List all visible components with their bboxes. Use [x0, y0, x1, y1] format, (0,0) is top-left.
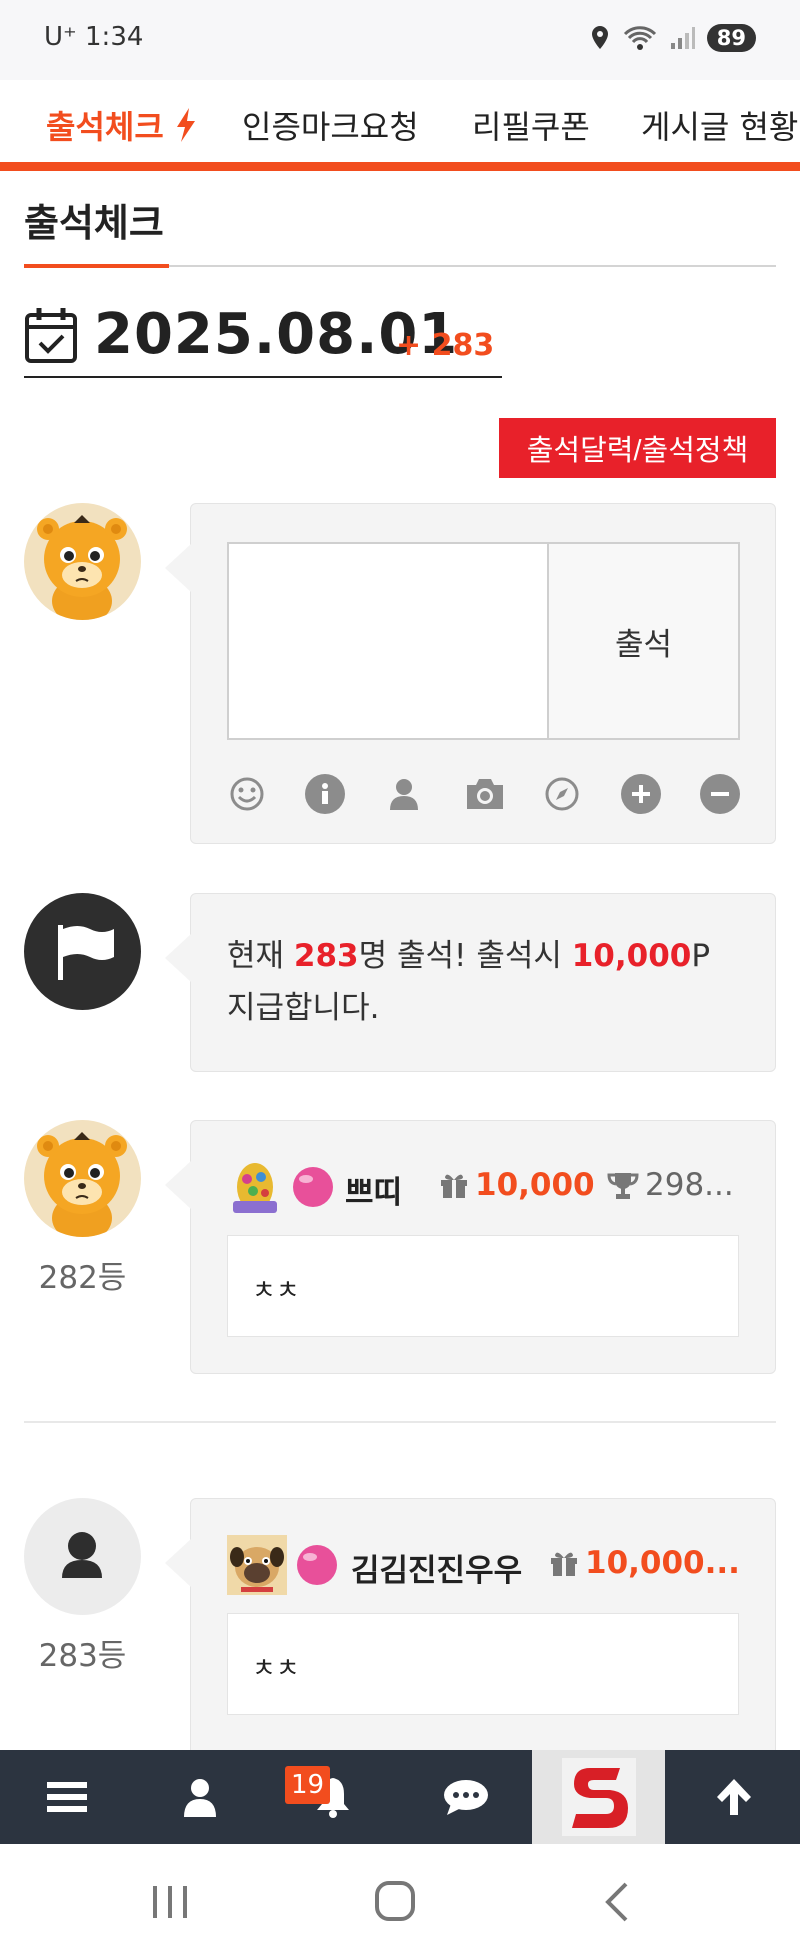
status-icons: 89 [589, 24, 756, 52]
entry-points: 10,000... [585, 1545, 740, 1581]
status-bar: U⁺ 1:34 89 [0, 0, 800, 80]
user-icon [183, 1779, 216, 1817]
info-middle: 명 출석! 출석시 [358, 938, 572, 974]
title-divider-accent [24, 264, 169, 268]
tiger-avatar-image [24, 1120, 141, 1237]
entry-nickname[interactable]: 쁘띠 [345, 1167, 402, 1212]
member-orb-icon [297, 1545, 337, 1585]
trophy-icon [607, 1173, 639, 1199]
hamburger-icon [46, 1782, 87, 1812]
flag-icon [58, 925, 114, 980]
entry-rank: 283등 [38, 1638, 127, 1674]
arrow-up-icon [716, 1779, 751, 1815]
entry-user-line: 쁘띠 10,000 298... [227, 1157, 747, 1217]
tiger-avatar-image [24, 503, 141, 620]
calendar-check-icon [25, 308, 77, 363]
entry-nickname[interactable]: 김김진진우우 [351, 1545, 522, 1590]
tab-refill-coupon[interactable]: 리필쿠폰 [472, 102, 590, 148]
entry-total-attendance: 298... [645, 1167, 734, 1203]
zoom-in-icon[interactable] [621, 774, 661, 814]
compose-card: 출석 [165, 503, 776, 844]
attendance-info-text: 현재 283명 출석! 출석시 10,000P 지급합니다. [227, 930, 747, 1034]
back-icon[interactable] [602, 1880, 632, 1924]
menu-button[interactable] [0, 1750, 133, 1844]
lightning-icon [176, 108, 195, 142]
bottom-bar [0, 1750, 800, 1844]
entry-comment: ㅊㅊ [227, 1235, 739, 1337]
profile-button[interactable] [133, 1750, 266, 1844]
camera-icon[interactable] [463, 774, 507, 814]
signal-icon [670, 27, 695, 49]
gift-icon [441, 1174, 467, 1198]
comment-textarea[interactable] [227, 542, 549, 740]
attendance-submit-button[interactable]: 출석 [547, 542, 740, 740]
attendance-count: + 283 [396, 328, 495, 363]
info-card: 현재 283명 출석! 출석시 10,000P 지급합니다. [165, 893, 776, 1072]
location-icon [591, 26, 608, 49]
entry-comment: ㅊㅊ [227, 1613, 739, 1715]
entry-rank: 282등 [38, 1260, 127, 1296]
compass-icon[interactable] [542, 774, 582, 814]
chat-button[interactable] [399, 1750, 532, 1844]
info-prefix: 현재 [227, 938, 294, 974]
battery-indicator: 89 [706, 24, 756, 52]
page-title: 출석체크 [24, 201, 164, 245]
level-pug-icon [227, 1535, 287, 1595]
level-easter-egg-icon [233, 1163, 277, 1213]
entry-divider [24, 1421, 776, 1423]
tab-certification-mark[interactable]: 인증마크요청 [242, 102, 419, 148]
tab-attendance[interactable]: 출석체크 [46, 102, 197, 148]
zoom-out-icon[interactable] [700, 774, 740, 814]
site-logo-button[interactable] [532, 1750, 665, 1844]
top-nav: 출석체크 인증마크요청 리필쿠폰 게시글 현황 [0, 80, 800, 166]
entry-avatar[interactable] [24, 1498, 141, 1615]
carrier-time: U⁺ 1:34 [44, 22, 144, 52]
entry-card: 김김진진우우 10,000... ㅊㅊ [165, 1498, 776, 1758]
attendance-calendar-policy-button[interactable]: 출석달력/출석정책 [499, 418, 776, 478]
system-nav-bar [0, 1844, 800, 1956]
entry-user-line: 김김진진우우 10,000... [227, 1535, 747, 1595]
info-icon[interactable] [305, 774, 345, 814]
notification-badge: 19 [285, 1766, 331, 1804]
recent-apps-icon[interactable] [150, 1884, 190, 1920]
tab-post-status[interactable]: 게시글 현황 [641, 102, 798, 148]
user-icon[interactable] [384, 774, 424, 814]
wifi-icon [623, 26, 656, 50]
info-count: 283 [293, 938, 359, 974]
chat-bubble-icon [443, 1780, 488, 1815]
default-user-icon [62, 1532, 102, 1578]
member-orb-icon [293, 1167, 333, 1207]
gift-icon [551, 1552, 577, 1576]
home-icon[interactable] [374, 1880, 416, 1922]
site-logo-icon [561, 1758, 636, 1836]
scroll-top-button[interactable] [667, 1750, 800, 1844]
notice-avatar [24, 893, 141, 1010]
tab-label: 출석체크 [46, 108, 164, 146]
entry-avatar[interactable] [24, 1120, 141, 1237]
entry-card: 쁘띠 10,000 298... ㅊㅊ [165, 1120, 776, 1374]
date-row: 2025.08.01 + 283 [24, 300, 502, 378]
my-avatar [24, 503, 141, 620]
info-points: 10,000 [571, 938, 692, 974]
emoji-icon[interactable] [227, 774, 267, 814]
nav-underline [0, 162, 800, 171]
entry-points: 10,000 [475, 1167, 595, 1203]
